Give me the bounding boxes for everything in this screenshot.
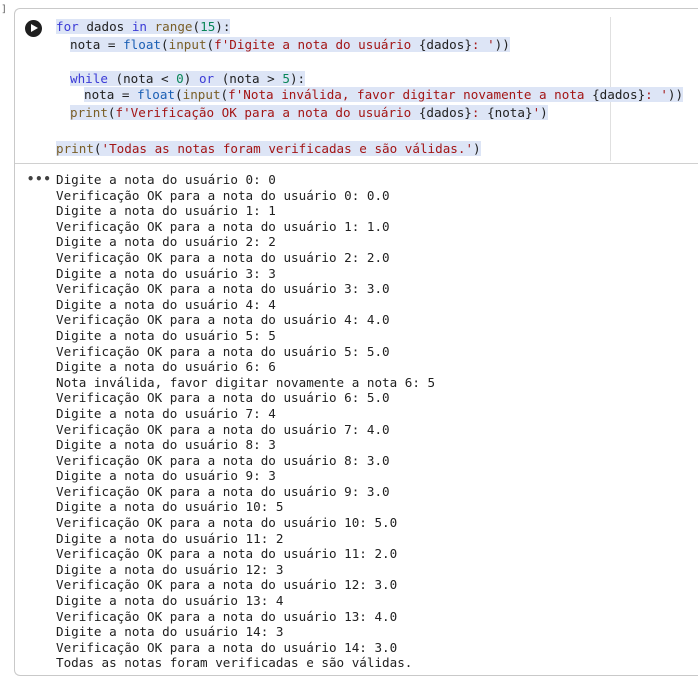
code-token: 15 [200,19,216,34]
code-token: = [100,37,124,52]
code-token: range [154,19,193,34]
code-cell[interactable]: for dados in range(15): nota = float(inpu… [14,8,698,676]
code-token: print [56,141,94,156]
code-token: )) [494,37,510,52]
code-token: : ' [471,37,495,52]
output-line: Nota inválida, favor digitar novamente a… [56,374,436,390]
code-token: ( [175,87,183,102]
output-line: Digite a nota do usuário 13: 4 [56,593,284,609]
code-token: ) [540,105,548,120]
output-line: Verificação OK para a nota do usuário 11… [56,546,398,562]
code-token: for [56,19,79,34]
code-token: 5 [282,71,290,86]
code-token: ( [192,19,201,34]
code-line: nota = float(input(f'Digite a nota do us… [70,37,510,53]
code-token: nota [84,87,115,102]
output-line: Digite a nota do usuário 9: 3 [56,468,276,484]
code-token: ) [183,71,199,86]
code-token: = [114,87,138,102]
code-token: {dados} [418,105,472,120]
output-line: Verificação OK para a nota do usuário 4:… [56,312,390,328]
code-token: in [131,19,147,34]
output-line: Digite a nota do usuário 6: 6 [56,359,276,375]
output-line: Digite a nota do usuário 14: 3 [56,624,284,640]
code-token: float [137,87,176,102]
code-token: ): [215,19,231,34]
output-line: Digite a nota do usuário 2: 2 [56,234,276,250]
code-token: ) [473,141,481,156]
output-line: Digite a nota do usuário 4: 4 [56,296,276,312]
code-token: 'Todas as notas foram verificadas e são … [101,141,474,156]
code-token: f'Digite a nota do usuário [214,37,419,52]
cell-output: Digite a nota do usuário 0: 0 Verificação… [56,172,435,671]
code-token: {dados} [418,37,472,52]
output-line: Digite a nota do usuário 1: 1 [56,203,276,219]
output-line: Todas as notas foram verificadas e são v… [56,655,413,671]
code-text: for dados in range(15): [56,19,231,34]
run-cell-button[interactable] [25,20,42,37]
output-line: Digite a nota do usuário 12: 3 [56,561,284,577]
code-token: ( [161,37,169,52]
code-token: {dados} [592,87,646,102]
code-line: print('Todas as notas foram verificadas … [56,141,481,157]
code-editor[interactable]: for dados in range(15): nota = float(inpu… [15,9,698,163]
output-line: Verificação OK para a nota do usuário 1:… [56,218,390,234]
code-token: ( [206,37,215,52]
execution-count: ] [1,4,8,15]
code-token: float [123,37,162,52]
code-text: print(f'Verificação OK para a nota do us… [70,105,548,120]
code-token: : [471,105,488,120]
output-line: Verificação OK para a nota do usuário 10… [56,515,398,531]
code-token: input [168,37,207,52]
code-line: for dados in range(15): [56,19,231,35]
more-horizontal-icon[interactable]: ••• [27,172,52,186]
code-line: print(f'Verificação OK para a nota do us… [70,105,548,121]
code-token: {nota} [487,105,533,120]
code-token: input [182,87,221,102]
code-token: : ' [645,87,668,102]
code-token: while [70,71,108,86]
output-divider [15,163,698,164]
code-token: ( [107,105,116,120]
code-text: nota = float(input(f'Nota inválida, favo… [84,87,684,102]
code-token: print [70,105,108,120]
output-line: Digite a nota do usuário 11: 2 [56,530,284,546]
code-token: (nota > [214,71,283,86]
code-token: ( [220,87,229,102]
output-line: Verificação OK para a nota do usuário 9:… [56,483,390,499]
code-token: f'Nota inválida, favor digitar novamente… [228,87,593,102]
output-line: Verificação OK para a nota do usuário 7:… [56,421,390,437]
output-line: Verificação OK para a nota do usuário 13… [56,608,398,624]
output-line: Verificação OK para a nota do usuário 0:… [56,187,390,203]
output-line: Digite a nota do usuário 10: 5 [56,499,284,515]
code-token: ( [93,141,102,156]
code-token: f'Verificação OK para a nota do usuário [115,105,419,120]
output-line: Digite a nota do usuário 5: 5 [56,327,276,343]
output-line: Verificação OK para a nota do usuário 5:… [56,343,390,359]
code-text: nota = float(input(f'Digite a nota do us… [70,37,510,52]
code-line: while (nota < 0) or (nota > 5): [70,71,306,87]
output-line: Digite a nota do usuário 8: 3 [56,437,276,453]
output-line: Digite a nota do usuário 3: 3 [56,265,276,281]
code-line: nota = float(input(f'Nota inválida, favo… [84,87,684,103]
output-line: Digite a nota do usuário 7: 4 [56,405,276,421]
code-token: 0 [176,71,184,86]
output-line: Verificação OK para a nota do usuário 6:… [56,390,390,406]
code-text: print('Todas as notas foram verificadas … [56,141,481,156]
output-line: Verificação OK para a nota do usuário 12… [56,577,398,593]
code-token: or [198,71,215,86]
code-token: )) [667,87,684,102]
output-line: Verificação OK para a nota do usuário 14… [56,639,398,655]
output-line: Verificação OK para a nota do usuário 2:… [56,249,390,265]
code-text: while (nota < 0) or (nota > 5): [70,71,306,86]
output-line: Verificação OK para a nota do usuário 8:… [56,452,390,468]
code-token: dados [78,19,132,34]
code-token: nota [70,37,101,52]
output-line: Verificação OK para a nota do usuário 3:… [56,281,390,297]
output-line: Digite a nota do usuário 0: 0 [56,172,276,187]
code-token: (nota < [107,71,177,86]
code-token: ): [289,71,306,86]
